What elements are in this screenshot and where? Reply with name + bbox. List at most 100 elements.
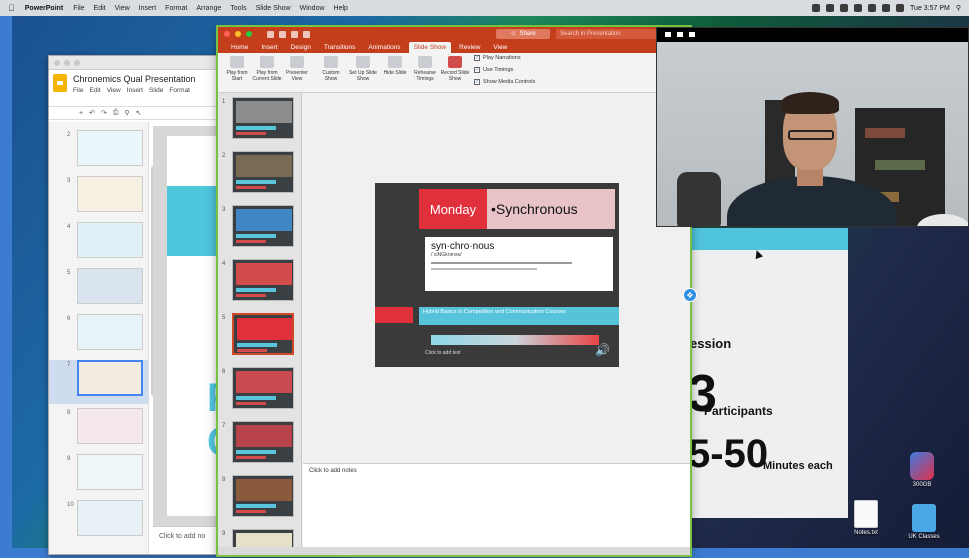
tab-home[interactable]: Home (226, 42, 253, 53)
search-input[interactable]: Search in Presentation (556, 29, 656, 39)
record-slide-show-button[interactable]: Record Slide Show (440, 56, 470, 90)
apple-icon[interactable]:  (8, 3, 15, 13)
tab-insert[interactable]: Insert (256, 42, 282, 53)
clock[interactable]: Tue 3:57 PM (910, 5, 950, 12)
search-icon[interactable]: ⚲ (956, 4, 961, 12)
dropbox-icon[interactable]: ❖ (683, 288, 697, 302)
doc-menu-slide[interactable]: Slide (149, 87, 163, 94)
ppt-thumb-row[interactable]: 7 (218, 421, 301, 473)
synchronous-title[interactable]: •Synchronous (487, 189, 615, 229)
tab-view[interactable]: View (488, 42, 512, 53)
ppt-thumb-row[interactable]: 3 (218, 205, 301, 257)
menu-arrange[interactable]: Arrange (196, 5, 221, 12)
gs-thumb-row[interactable]: 2 (49, 130, 148, 170)
gs-thumb-row[interactable]: 8 (49, 408, 148, 448)
tab-transitions[interactable]: Transitions (319, 42, 361, 53)
menu-file[interactable]: File (73, 5, 84, 12)
slide-thumbnail[interactable] (232, 205, 294, 247)
slide-thumbnail[interactable] (77, 314, 143, 350)
slide-thumbnail-selected[interactable] (77, 360, 143, 396)
desktop-icon-uk-classes[interactable]: UK Classes (900, 504, 948, 540)
undo-icon[interactable] (291, 30, 298, 38)
window-close-button[interactable] (224, 31, 230, 37)
menu-help[interactable]: Help (334, 5, 348, 12)
gs-thumb-row[interactable]: 6 (49, 314, 148, 354)
show-media-controls-checkbox[interactable]: ✓ Show Media Controls (474, 79, 535, 85)
set-up-slide-show-button[interactable]: Set Up Slide Show (348, 56, 378, 90)
gs-thumb-row-selected[interactable]: 7 (49, 360, 148, 404)
tab-design[interactable]: Design (286, 42, 316, 53)
slide-thumbnail[interactable] (77, 268, 143, 304)
doc-menu-format[interactable]: Format (169, 87, 190, 94)
volume-icon[interactable] (896, 4, 905, 12)
audio-speaker-icon[interactable]: 🔊 (595, 343, 610, 357)
window-close-button[interactable] (54, 59, 60, 66)
ppt-thumb-row[interactable]: 6 (218, 367, 301, 419)
window-zoom-button[interactable] (246, 31, 252, 37)
use-timings-checkbox[interactable]: ✓ Use Timings (474, 67, 513, 73)
ppt-thumb-row[interactable]: 2 (218, 151, 301, 203)
ppt-filmstrip[interactable]: 1 2 3 4 5 6 7 8 9 (218, 93, 302, 555)
slide-thumbnail[interactable] (232, 367, 294, 409)
slide-thumbnail[interactable] (232, 97, 294, 139)
share-button[interactable]: ☺ Share (496, 29, 550, 39)
menu-format[interactable]: Format (165, 5, 187, 12)
slide-thumbnail[interactable] (232, 475, 294, 517)
desktop-icon-notes[interactable]: Notes.txt (842, 500, 890, 536)
gs-thumb-row[interactable]: 10 (49, 500, 148, 540)
gs-thumb-row[interactable]: 9 (49, 454, 148, 494)
gs-thumb-row[interactable]: 4 (49, 222, 148, 262)
doc-menu-insert[interactable]: Insert (127, 87, 143, 94)
ppt-titlebar[interactable]: ☺ Share Search in Presentation (218, 27, 690, 41)
doc-title[interactable]: Chronemics Qual Presentation (73, 74, 196, 84)
wifi-icon[interactable] (882, 4, 891, 12)
monday-title[interactable]: Monday (419, 189, 487, 229)
save-icon[interactable] (279, 30, 286, 38)
ppt-thumb-row[interactable]: 4 (218, 259, 301, 311)
custom-show-button[interactable]: Custom Show (316, 56, 346, 90)
tab-animations[interactable]: Animations (363, 42, 405, 53)
ppt-thumb-row[interactable]: 8 (218, 475, 301, 527)
undo-icon[interactable]: ↶ (89, 109, 95, 117)
gs-thumb-row[interactable]: 3 (49, 176, 148, 216)
doc-menu-edit[interactable]: Edit (89, 87, 100, 94)
slide-thumbnail[interactable] (77, 408, 143, 444)
bluetooth-icon[interactable] (868, 4, 877, 12)
slide-thumbnail[interactable] (232, 151, 294, 193)
ppt-thumb-row[interactable]: 5 (218, 313, 301, 365)
status-icon[interactable] (812, 4, 821, 12)
status-icon[interactable] (826, 4, 835, 12)
menu-view[interactable]: View (115, 5, 130, 12)
slide-thumbnail[interactable] (77, 454, 143, 490)
play-from-current-button[interactable]: Play from Current Slide (252, 56, 282, 90)
definition-image[interactable]: syn·chro·nous /ˈsiNGkrənəs/ (425, 237, 613, 291)
course-subtitle[interactable]: Hybrid Basics in Competition and Communi… (419, 307, 619, 325)
window-zoom-button[interactable] (74, 59, 80, 66)
slide-thumbnail[interactable] (77, 500, 143, 536)
play-from-start-button[interactable]: Play from Start (222, 56, 252, 90)
menu-window[interactable]: Window (300, 5, 325, 12)
doc-menu-file[interactable]: File (73, 87, 83, 94)
gs-filmstrip[interactable]: 2 3 4 5 6 7 8 9 10 (49, 122, 149, 554)
webcam-close-icon[interactable] (689, 32, 695, 37)
slide-editing-area[interactable]: Monday •Synchronous syn·chro·nous /ˈsiNG… (303, 93, 690, 491)
slide-thumbnail[interactable] (77, 222, 143, 258)
slide-thumbnail-selected[interactable] (232, 313, 294, 355)
tab-slide-show[interactable]: Slide Show (408, 42, 452, 53)
current-slide[interactable]: Monday •Synchronous syn·chro·nous /ˈsiNG… (375, 183, 619, 367)
menu-tools[interactable]: Tools (230, 5, 246, 12)
webcam-minimize-icon[interactable] (665, 32, 671, 37)
window-minimize-button[interactable] (235, 31, 241, 37)
ppt-thumb-row[interactable]: 1 (218, 97, 301, 149)
menu-insert[interactable]: Insert (139, 5, 157, 12)
slide-thumbnail[interactable] (77, 130, 143, 166)
presenter-view-button[interactable]: Presenter View (282, 56, 312, 90)
tab-review[interactable]: Review (454, 42, 485, 53)
slide-thumbnail[interactable] (232, 421, 294, 463)
redo-icon[interactable] (303, 30, 310, 38)
desktop-icon-drive[interactable]: 300GB (898, 452, 946, 488)
slides-logo-icon[interactable] (53, 74, 67, 92)
status-icon[interactable] (840, 4, 849, 12)
notes-field[interactable]: Click to add notes (303, 463, 690, 547)
window-minimize-button[interactable] (64, 59, 70, 66)
